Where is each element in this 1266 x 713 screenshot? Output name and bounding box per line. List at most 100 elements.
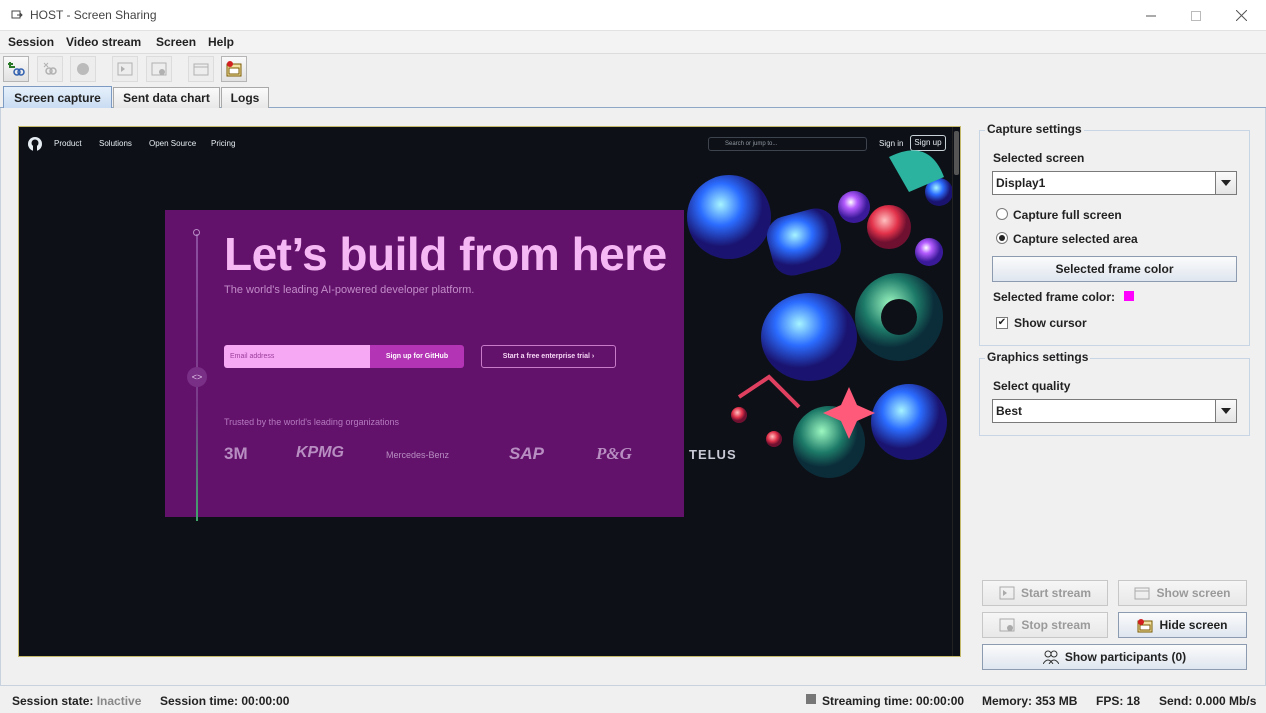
stop-stream-icon bbox=[999, 618, 1015, 632]
capture-full-screen-radio[interactable] bbox=[996, 208, 1008, 220]
preview-scrollbar[interactable] bbox=[952, 127, 960, 656]
selected-screen-select[interactable]: Display1 bbox=[992, 171, 1237, 195]
show-screen-button[interactable]: Show screen bbox=[1118, 580, 1247, 606]
stop-stream-toolbar-button[interactable] bbox=[146, 56, 172, 82]
create-session-button[interactable] bbox=[3, 56, 29, 82]
chevron-down-icon[interactable] bbox=[1215, 400, 1236, 422]
scrollbar-thumb[interactable] bbox=[954, 131, 959, 175]
show-participants-button[interactable]: Show participants (0) bbox=[982, 644, 1247, 670]
preview-nav-open-source: Open Source bbox=[149, 139, 197, 148]
close-button[interactable] bbox=[1219, 0, 1264, 31]
menu-session[interactable]: Session bbox=[8, 35, 54, 49]
selected-screen-value: Display1 bbox=[996, 176, 1046, 190]
streaming-indicator-icon bbox=[806, 694, 816, 704]
selected-screen-label: Selected screen bbox=[993, 151, 1085, 165]
logo-mercedes: Mercedes-Benz bbox=[386, 450, 450, 460]
stop-stream-label: Stop stream bbox=[1021, 618, 1091, 632]
hero-signup-button: Sign up for GitHub bbox=[370, 345, 464, 368]
minimize-button[interactable] bbox=[1128, 0, 1173, 31]
close-icon bbox=[1236, 10, 1247, 21]
record-icon bbox=[77, 63, 89, 75]
capture-selected-area-radio[interactable] bbox=[996, 232, 1008, 244]
logo-3m: 3M bbox=[224, 444, 248, 463]
hero-title: Let’s build from here bbox=[224, 228, 667, 280]
logo-pg: P&G bbox=[596, 444, 632, 463]
hide-screen-label: Hide screen bbox=[1159, 618, 1228, 632]
minimize-icon bbox=[1145, 15, 1156, 16]
hero-email-field: Email address bbox=[224, 345, 370, 368]
hide-screen-toolbar-button[interactable] bbox=[221, 56, 247, 82]
capture-preview: Product Solutions Open Source Pricing Se… bbox=[18, 126, 961, 657]
memory-usage: Memory: 353 MB bbox=[982, 694, 1078, 708]
stop-stream-icon bbox=[151, 62, 167, 76]
start-stream-icon bbox=[999, 586, 1015, 600]
menu-screen[interactable]: Screen bbox=[156, 35, 196, 49]
close-session-button[interactable] bbox=[37, 56, 63, 82]
close-session-icon bbox=[43, 62, 57, 75]
logo-kpmg: KPMG bbox=[296, 444, 344, 461]
show-screen-icon bbox=[1134, 587, 1150, 600]
streaming-time: Streaming time: 00:00:00 bbox=[822, 694, 965, 708]
show-screen-toolbar-button[interactable] bbox=[188, 56, 214, 82]
session-time: Session time: 00:00:00 bbox=[160, 694, 290, 708]
maximize-button[interactable] bbox=[1173, 0, 1218, 31]
capture-settings-title: Capture settings bbox=[985, 122, 1084, 136]
tab-logs[interactable]: Logs bbox=[221, 87, 269, 108]
title-bar: HOST - Screen Sharing bbox=[0, 0, 1266, 31]
start-stream-toolbar-button[interactable] bbox=[112, 56, 138, 82]
logo-sap: SAP bbox=[509, 444, 544, 463]
show-screen-icon bbox=[193, 63, 209, 76]
show-cursor-checkbox[interactable]: ✔ bbox=[996, 317, 1008, 329]
show-cursor-label[interactable]: Show cursor bbox=[1014, 316, 1087, 330]
toolbar bbox=[0, 53, 1266, 84]
send-rate: Send: 0.000 Mb/s bbox=[1159, 694, 1257, 708]
menu-bar: Session Video stream Screen Help bbox=[0, 31, 1266, 53]
github-logo-icon bbox=[28, 137, 42, 151]
tab-bar: Screen capture Sent data chart Logs bbox=[0, 86, 1266, 108]
select-quality-label: Select quality bbox=[993, 379, 1071, 393]
tab-sent-data-chart[interactable]: Sent data chart bbox=[113, 87, 220, 108]
start-stream-icon bbox=[117, 62, 133, 76]
capture-full-screen-label[interactable]: Capture full screen bbox=[1013, 208, 1122, 222]
show-screen-label: Show screen bbox=[1156, 586, 1231, 600]
hero-illustration bbox=[687, 150, 953, 478]
create-session-icon bbox=[8, 62, 25, 76]
graphics-settings-title: Graphics settings bbox=[985, 350, 1091, 364]
start-stream-label: Start stream bbox=[1020, 586, 1092, 600]
fps-value: FPS: 18 bbox=[1096, 694, 1141, 708]
hide-screen-icon bbox=[226, 61, 242, 77]
chevron-down-icon[interactable] bbox=[1215, 172, 1236, 194]
window-title: HOST - Screen Sharing bbox=[30, 8, 157, 22]
session-state-label: Session state: bbox=[12, 694, 94, 708]
record-button[interactable] bbox=[70, 56, 96, 82]
start-stream-button[interactable]: Start stream bbox=[982, 580, 1108, 606]
preview-nav-product: Product bbox=[54, 139, 82, 148]
hide-screen-button[interactable]: Hide screen bbox=[1118, 612, 1247, 638]
app-icon bbox=[11, 10, 23, 19]
menu-help[interactable]: Help bbox=[208, 35, 234, 49]
menu-video-stream[interactable]: Video stream bbox=[66, 35, 141, 49]
hero-trusted-text: Trusted by the world's leading organizat… bbox=[224, 417, 399, 427]
frame-color-swatch bbox=[1124, 291, 1134, 301]
maximize-icon bbox=[1190, 10, 1201, 21]
participants-icon bbox=[1042, 650, 1059, 664]
preview-nav-pricing: Pricing bbox=[211, 139, 236, 148]
preview-nav-solutions: Solutions bbox=[99, 139, 132, 148]
capture-selected-area-label[interactable]: Capture selected area bbox=[1013, 232, 1138, 246]
logo-telus: TELUS bbox=[689, 447, 737, 462]
hero-subtitle: The world's leading AI-powered developer… bbox=[224, 284, 475, 296]
quality-value: Best bbox=[996, 404, 1023, 418]
select-quality-select[interactable]: Best bbox=[992, 399, 1237, 423]
graphics-settings-panel bbox=[979, 358, 1250, 436]
session-state-value: Inactive bbox=[96, 694, 142, 708]
session-state: Session state: Inactive bbox=[12, 694, 141, 708]
stop-stream-button[interactable]: Stop stream bbox=[982, 612, 1108, 638]
selected-frame-color-button[interactable]: Selected frame color bbox=[992, 256, 1237, 282]
status-bar: Session state: Inactive Session time: 00… bbox=[0, 685, 1266, 713]
hide-screen-icon bbox=[1137, 618, 1153, 632]
show-participants-label: Show participants (0) bbox=[1064, 650, 1187, 664]
hero-trial-button: Start a free enterprise trial › bbox=[481, 345, 616, 368]
frame-color-label: Selected frame color: bbox=[993, 290, 1116, 304]
tab-screen-capture[interactable]: Screen capture bbox=[3, 86, 112, 108]
code-icon: <> bbox=[187, 367, 207, 387]
